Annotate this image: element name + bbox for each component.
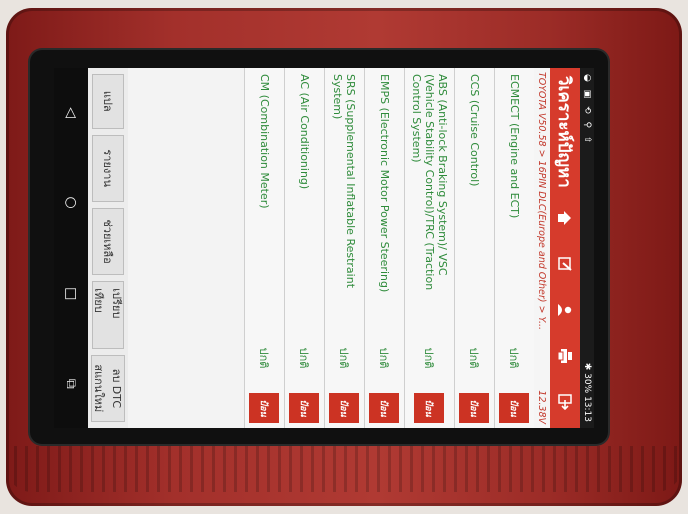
system-row: SRS (Supplemental Inflatable Restraint S… <box>324 68 364 428</box>
system-name: EMPS (Electronic Motor Power Steering) <box>378 74 391 293</box>
home-icon[interactable] <box>557 210 573 226</box>
user-icon[interactable] <box>557 302 573 318</box>
battery-voltage: 12.38V <box>536 390 548 424</box>
enter-button[interactable]: ป้อน <box>459 393 490 423</box>
print-icon[interactable] <box>557 348 573 364</box>
breadcrumb-path: TOYOTA V50.58 > 16PIN DLC(Europe and Oth… <box>536 72 548 331</box>
tablet-screen: ◒ ▣ ⟲ ⚲ ⇧ ✱ 30% 13:13 วิเคราะห์ปัญหา TOY… <box>54 68 594 428</box>
edit-icon[interactable] <box>557 256 573 272</box>
system-status: ปกติ <box>297 347 311 369</box>
system-row: CM (Combination Meter) ปกติ ป้อน <box>244 68 284 428</box>
system-list: ECMECT (Engine and ECT) ปกติ ป้อน CCS (C… <box>244 68 534 428</box>
clear-dtc-button[interactable]: ลบ DTC <box>108 369 126 408</box>
bluetooth-icon: ✱ <box>582 362 592 371</box>
system-status: ปกติ <box>422 347 436 369</box>
compare-button[interactable]: เปรียบเทียบ <box>92 281 124 349</box>
status-right: ✱ 30% 13:13 <box>582 363 592 422</box>
app-screen: ◒ ▣ ⟲ ⚲ ⇧ ✱ 30% 13:13 วิเคราะห์ปัญหา TOY… <box>54 68 594 428</box>
system-name: AC (Air Conditioning) <box>298 74 311 190</box>
recents-icon[interactable]: □ <box>63 287 79 300</box>
system-name: ECMECT (Engine and ECT) <box>508 74 521 219</box>
screenshot-icon[interactable]: ⧉ <box>63 379 79 389</box>
clock: 13:13 <box>582 396 592 422</box>
page-title: วิเคราะห์ปัญหา <box>554 76 575 188</box>
system-name: ABS (Anti-lock Braking System)/ VSC (Veh… <box>410 74 449 291</box>
exit-icon[interactable] <box>557 394 573 410</box>
title-bar: วิเคราะห์ปัญหา <box>550 68 580 428</box>
system-name: CCS (Cruise Control) <box>468 74 481 187</box>
system-row: EMPS (Electronic Motor Power Steering) ป… <box>364 68 404 428</box>
system-status: ปกติ <box>377 347 391 369</box>
system-name: SRS (Supplemental Inflatable Restraint S… <box>331 74 358 289</box>
enter-button[interactable]: ป้อน <box>289 393 320 423</box>
system-name: CM (Combination Meter) <box>258 74 271 209</box>
status-icon-4: ⚲ <box>582 121 592 129</box>
enter-button[interactable]: ป้อน <box>329 393 360 423</box>
status-icon-5: ⇧ <box>582 136 592 144</box>
bottom-toolbar: แปล รายงาน ช่วยเหลือ เปรียบเทียบ ลบ DTC … <box>88 68 128 428</box>
status-icon-2: ▣ <box>582 89 592 99</box>
system-row: CCS (Cruise Control) ปกติ ป้อน <box>454 68 494 428</box>
rescan-button[interactable]: สแกนใหม่ <box>90 364 108 412</box>
enter-button[interactable]: ป้อน <box>369 393 400 423</box>
system-row: ABS (Anti-lock Braking System)/ VSC (Veh… <box>404 68 454 428</box>
battery-percent: 30% <box>582 373 592 394</box>
dtc-actions: ลบ DTC สแกนใหม่ <box>90 354 126 422</box>
enter-button[interactable]: ป้อน <box>499 393 530 423</box>
system-status: ปกติ <box>507 347 521 369</box>
android-nav-bar: ◁ ○ □ ⧉ <box>54 68 88 428</box>
toolbar-icons <box>557 210 573 420</box>
system-row: AC (Air Conditioning) ปกติ ป้อน <box>284 68 324 428</box>
status-icon-3: ⟲ <box>582 106 592 114</box>
status-icon-1: ◒ <box>582 74 592 82</box>
enter-button[interactable]: ป้อน <box>414 393 445 423</box>
enter-button[interactable]: ป้อน <box>249 393 280 423</box>
help-button[interactable]: ช่วยเหลือ <box>92 207 124 276</box>
translate-button[interactable]: แปล <box>92 74 124 129</box>
home-nav-icon[interactable]: ○ <box>63 196 79 208</box>
report-button[interactable]: รายงาน <box>92 134 124 202</box>
system-row: ECMECT (Engine and ECT) ปกติ ป้อน <box>494 68 534 428</box>
status-bar: ◒ ▣ ⟲ ⚲ ⇧ ✱ 30% 13:13 <box>580 68 594 428</box>
system-status: ปกติ <box>257 347 271 369</box>
system-status: ปกติ <box>337 347 351 369</box>
back-icon[interactable]: ◁ <box>63 107 79 118</box>
breadcrumb: TOYOTA V50.58 > 16PIN DLC(Europe and Oth… <box>533 68 550 428</box>
system-status: ปกติ <box>467 347 481 369</box>
status-icons: ◒ ▣ ⟲ ⚲ ⇧ <box>582 74 592 149</box>
